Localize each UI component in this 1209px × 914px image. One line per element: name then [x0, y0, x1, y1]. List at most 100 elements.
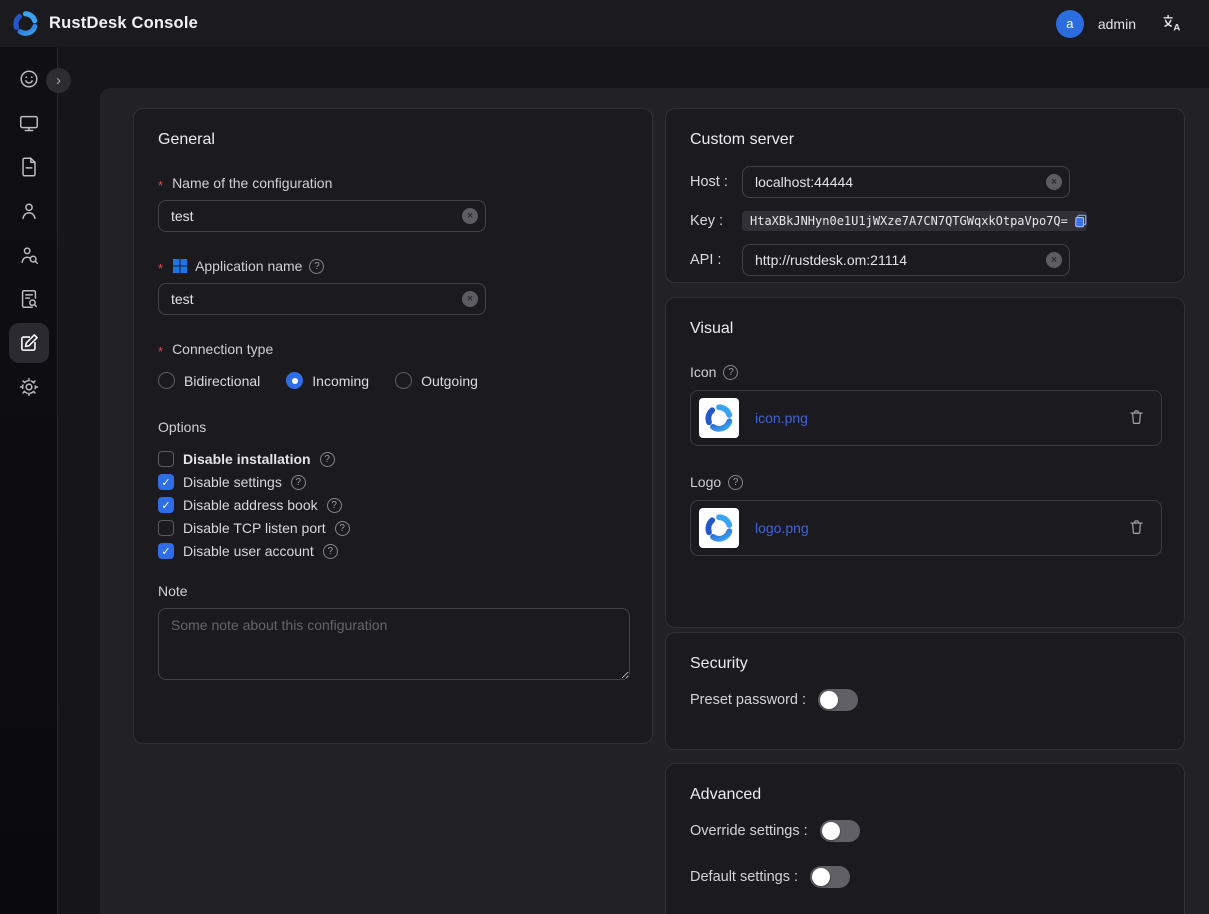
help-icon[interactable] [320, 452, 335, 467]
rustdesk-logo-icon [704, 403, 734, 433]
host-row: Host : [690, 166, 1160, 198]
clear-icon[interactable] [462, 208, 478, 224]
translate-icon[interactable]: A [1162, 13, 1183, 34]
monitor-icon [18, 112, 40, 134]
default-settings-row: Default settings : [690, 866, 1160, 888]
checkbox-checked-icon[interactable] [158, 497, 174, 513]
help-icon[interactable] [291, 475, 306, 490]
help-icon[interactable] [723, 365, 738, 380]
svg-text:A: A [1173, 23, 1180, 34]
rustdesk-console-app: RustDesk Console a admin A [0, 0, 1209, 914]
preset-password-label: Preset password : [690, 692, 806, 708]
sidebar-item-devices[interactable] [9, 103, 49, 143]
radio-bidirectional[interactable]: Bidirectional [158, 372, 260, 389]
sidebar [0, 47, 58, 914]
user-icon [18, 200, 40, 222]
main-panel: General Name of the configuration Applic… [100, 88, 1209, 914]
user-name[interactable]: admin [1098, 16, 1136, 32]
sidebar-item-dashboard[interactable] [9, 59, 49, 99]
windows-icon [172, 258, 188, 274]
rustdesk-logo-icon [12, 10, 39, 37]
checkbox-checked-icon[interactable] [158, 543, 174, 559]
icon-upload-box: icon.png [690, 390, 1162, 446]
app-header: RustDesk Console a admin A [0, 0, 1209, 47]
config-name-field [158, 200, 486, 232]
icon-filename-link[interactable]: icon.png [755, 410, 1110, 426]
logo-upload-box: logo.png [690, 500, 1162, 556]
preset-password-row: Preset password : [690, 689, 1160, 711]
sidebar-item-settings[interactable] [9, 367, 49, 407]
host-input[interactable] [742, 166, 1070, 198]
sidebar-item-audit[interactable] [9, 279, 49, 319]
host-label: Host : [690, 174, 742, 190]
app-name-label-row: Application name [158, 258, 628, 274]
header-right: a admin A [1056, 10, 1183, 38]
copy-icon[interactable] [1074, 214, 1088, 228]
key-row: Key : HtaXBkJNHyn0e1U1jWXze7A7CN7QTGWqxk… [690, 211, 1160, 231]
host-field [742, 166, 1070, 198]
sidebar-item-custom-client[interactable] [9, 323, 49, 363]
document-search-icon [18, 288, 40, 310]
sidebar-item-groups[interactable] [9, 235, 49, 275]
checkbox-checked-icon[interactable] [158, 474, 174, 490]
logo-filename-link[interactable]: logo.png [755, 520, 1110, 536]
config-name-input[interactable] [158, 200, 486, 232]
required-asterisk [158, 175, 165, 191]
clear-icon[interactable] [462, 291, 478, 307]
options-label-row: Options [158, 419, 628, 435]
default-settings-toggle[interactable] [810, 866, 850, 888]
preset-password-toggle[interactable] [818, 689, 858, 711]
clear-icon[interactable] [1046, 252, 1062, 268]
advanced-title: Advanced [690, 786, 1160, 804]
check-disable-tcp-listen-port: Disable TCP listen port [158, 520, 628, 536]
app-name-label: Application name [195, 258, 302, 274]
key-value: HtaXBkJNHyn0e1U1jWXze7A7CN7QTGWqxkOtpaVp… [750, 214, 1068, 228]
security-title: Security [690, 655, 1160, 673]
default-settings-label: Default settings : [690, 869, 798, 885]
sidebar-item-users[interactable] [9, 191, 49, 231]
radio-outgoing[interactable]: Outgoing [395, 372, 478, 389]
trash-icon[interactable] [1126, 516, 1147, 541]
help-icon[interactable] [728, 475, 743, 490]
connection-type-label: Connection type [172, 341, 273, 357]
override-settings-toggle[interactable] [820, 820, 860, 842]
advanced-card: Advanced Override settings : Default set… [665, 763, 1185, 914]
note-label: Note [158, 583, 188, 599]
clear-icon[interactable] [1046, 174, 1062, 190]
checkbox-icon[interactable] [158, 520, 174, 536]
edit-icon [18, 332, 40, 354]
key-label: Key : [690, 213, 742, 229]
checkbox-icon[interactable] [158, 451, 174, 467]
connection-type-radio-group: Bidirectional Incoming Outgoing [158, 372, 628, 389]
help-icon[interactable] [335, 521, 350, 536]
api-row: API : [690, 244, 1160, 276]
rustdesk-logo-icon [704, 513, 734, 543]
avatar-initial: a [1066, 16, 1073, 31]
app-name-input[interactable] [158, 283, 486, 315]
app-name-field [158, 283, 486, 315]
general-card: General Name of the configuration Applic… [133, 108, 653, 744]
smiley-icon [18, 68, 40, 90]
gear-icon [18, 376, 40, 398]
visual-card: Visual Icon icon.png Logo [665, 297, 1185, 628]
note-label-row: Note [158, 583, 628, 599]
avatar[interactable]: a [1056, 10, 1084, 38]
visual-title: Visual [690, 320, 1160, 338]
icon-label: Icon [690, 364, 716, 380]
config-name-label-row: Name of the configuration [158, 175, 628, 191]
api-input[interactable] [742, 244, 1070, 276]
logo-thumbnail[interactable] [699, 508, 739, 548]
help-icon[interactable] [309, 259, 324, 274]
help-icon[interactable] [327, 498, 342, 513]
trash-icon[interactable] [1126, 406, 1147, 431]
custom-server-card: Custom server Host : Key : HtaXBkJNHyn0e… [665, 108, 1185, 283]
help-icon[interactable] [323, 544, 338, 559]
note-textarea[interactable] [158, 608, 630, 680]
sidebar-expand-button[interactable] [46, 68, 71, 93]
key-value-chip: HtaXBkJNHyn0e1U1jWXze7A7CN7QTGWqxkOtpaVp… [742, 211, 1087, 231]
sidebar-item-documents[interactable] [9, 147, 49, 187]
check-disable-installation: Disable installation [158, 451, 628, 467]
radio-incoming[interactable]: Incoming [286, 372, 369, 389]
radio-icon [395, 372, 412, 389]
icon-thumbnail[interactable] [699, 398, 739, 438]
